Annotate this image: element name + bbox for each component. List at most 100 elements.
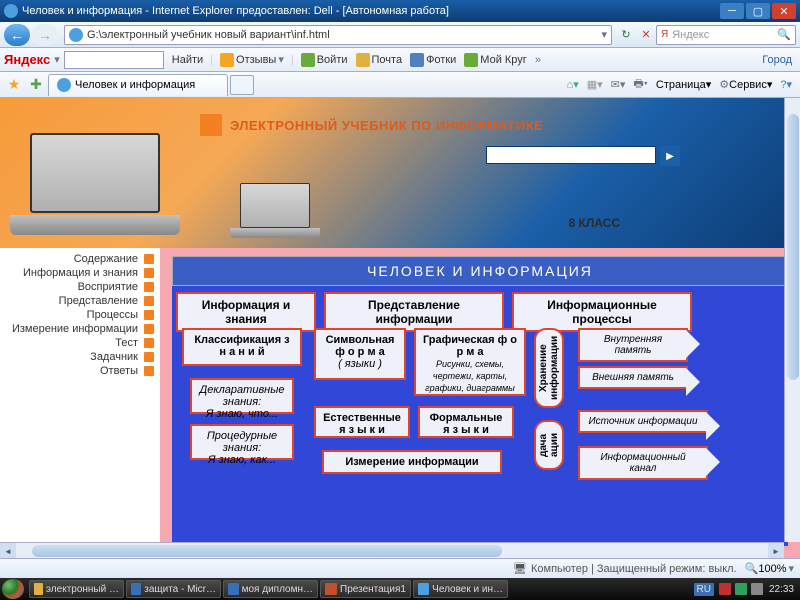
maximize-button[interactable]: ▢	[746, 3, 770, 19]
language-indicator[interactable]: RU	[694, 583, 714, 596]
sidebar-item-processes[interactable]: Процессы	[0, 308, 160, 322]
status-bar: 🖥 Компьютер | Защищенный режим: выкл. 🔍 …	[0, 558, 800, 578]
yandex-circle[interactable]: Мой Круг	[464, 53, 527, 67]
help-icon[interactable]: ?▾	[780, 78, 792, 91]
window-title: Человек и информация - Internet Explorer…	[22, 5, 718, 17]
diagram-box-info-knowledge: Информация и знания	[176, 292, 316, 332]
sidebar-item-contents[interactable]: Содержание	[0, 252, 160, 266]
status-security: 🖥 Компьютер | Защищенный режим: выкл.	[513, 562, 737, 575]
refresh-icon[interactable]: ↻	[618, 27, 634, 43]
zoom-control[interactable]: 🔍 100% ▾	[745, 562, 794, 575]
laptop-image	[10, 133, 180, 243]
banner-title: ЭЛЕКТРОННЫЙ УЧЕБНИК ПО ИНФОРМАТИКЕ	[230, 118, 543, 133]
window-titlebar: Человек и информация - Internet Explorer…	[0, 0, 800, 22]
mail-icon[interactable]: ✉▾	[611, 78, 626, 91]
sidebar-item-measurement[interactable]: Измерение информации	[0, 322, 160, 336]
diagram-box-declarative: Декларативные знания:Я знаю, что...	[190, 378, 294, 414]
diagram-title: ЧЕЛОВЕК И ИНФОРМАЦИЯ	[172, 256, 788, 286]
yandex-login[interactable]: Войти	[301, 53, 348, 67]
zoom-value: 100%	[758, 563, 786, 575]
task-item-5[interactable]: Человек и ин…	[413, 580, 508, 598]
taskbar: электронный … защита - Micr… моя дипломн…	[0, 578, 800, 600]
diagram-body: Информация и знания Представление информ…	[172, 286, 788, 546]
tray-icon-av[interactable]	[719, 583, 731, 595]
ie-icon	[4, 4, 18, 18]
diagram-box-graphic: Графическая ф о р м аРисунки, схемы, чер…	[414, 328, 526, 396]
yandex-find-button[interactable]: Найти	[172, 54, 203, 66]
task-item-3[interactable]: моя дипломн…	[223, 580, 318, 598]
new-tab-button[interactable]	[230, 75, 254, 95]
page-viewport: ЭЛЕКТРОННЫЙ УЧЕБНИК ПО ИНФОРМАТИКЕ ▶ 8 К…	[0, 98, 800, 558]
diagram-box-natural-lang: Естественные я з ы к и	[314, 406, 410, 438]
banner-grade-label: 8 КЛАСС	[569, 216, 620, 230]
clock[interactable]: 22:33	[769, 584, 794, 595]
diagram-arrow-internal-mem: Внутренняя память	[578, 328, 688, 362]
yandex-city[interactable]: Город	[762, 54, 792, 66]
yandex-reviews[interactable]: Отзывы▾	[220, 53, 284, 67]
stop-icon[interactable]: ✕	[638, 27, 654, 43]
banner-logo-icon	[200, 114, 222, 136]
diagram-arrow-channel: Информационный канал	[578, 446, 708, 480]
nav-toolbar: ← → G:\электронный учебник новый вариант…	[0, 22, 800, 48]
sidebar-item-perception[interactable]: Восприятие	[0, 280, 160, 294]
search-placeholder: Яндекс	[668, 29, 777, 41]
diagram-arrow-source: Источник информации	[578, 410, 708, 433]
sidebar-nav: Содержание Информация и знания Восприяти…	[0, 248, 160, 558]
task-item-1[interactable]: электронный …	[29, 580, 124, 598]
dropdown-icon[interactable]: ▾	[601, 28, 607, 41]
yandex-search-icon: Я	[661, 29, 668, 40]
yandex-more[interactable]: »	[535, 54, 541, 66]
diagram-box-symbolic: Символьная ф о р м а( языки )	[314, 328, 406, 380]
address-bar[interactable]: G:\электронный учебник новый вариант\inf…	[64, 25, 612, 45]
sidebar-item-exercises[interactable]: Задачник	[0, 350, 160, 364]
system-tray: RU 22:33	[691, 583, 798, 596]
yandex-mail[interactable]: Почта	[356, 53, 403, 67]
diagram-box-processes: Информационные процессы	[512, 292, 692, 332]
task-item-4[interactable]: Презентация1	[320, 580, 411, 598]
print-icon[interactable]: 🖶▾	[633, 75, 647, 94]
minimize-button[interactable]: ─	[720, 3, 744, 19]
page-icon	[69, 28, 83, 42]
diagram-box-classification: Классификация з н а н и й	[182, 328, 302, 366]
diagram-area: ЧЕЛОВЕК И ИНФОРМАЦИЯ Информация и знания…	[160, 248, 800, 558]
yandex-logo[interactable]: Яндекс	[4, 52, 50, 67]
yandex-photos[interactable]: Фотки	[410, 53, 456, 67]
url-text: G:\электронный учебник новый вариант\inf…	[87, 29, 601, 41]
tab-page-icon	[57, 78, 71, 92]
service-menu[interactable]: ⚙ Сервис ▾	[719, 78, 772, 91]
back-button[interactable]: ←	[4, 24, 30, 46]
banner-search-input[interactable]	[486, 146, 656, 164]
diagram-box-measurement: Измерение информации	[322, 450, 502, 474]
laptop-small-image	[230, 183, 320, 243]
sidebar-item-representation[interactable]: Представление	[0, 294, 160, 308]
search-go-icon[interactable]: 🔍	[777, 28, 791, 41]
page-banner: ЭЛЕКТРОННЫЙ УЧЕБНИК ПО ИНФОРМАТИКЕ ▶ 8 К…	[0, 98, 800, 248]
diagram-box-procedural: Процедурные знания:Я знаю, как...	[190, 424, 294, 460]
horizontal-scrollbar[interactable]: ◄►	[0, 542, 784, 558]
yandex-search-input[interactable]	[64, 51, 164, 69]
diagram-box-formal-lang: Формальные я з ы к и	[418, 406, 514, 438]
home-icon[interactable]: ⌂▾	[567, 78, 579, 91]
task-item-2[interactable]: защита - Micr…	[126, 580, 221, 598]
sidebar-item-answers[interactable]: Ответы	[0, 364, 160, 378]
vertical-scrollbar[interactable]	[784, 98, 800, 542]
sidebar-item-info-knowledge[interactable]: Информация и знания	[0, 266, 160, 280]
tray-icon-2[interactable]	[735, 583, 747, 595]
diagram-box-storage: Хранение информации	[534, 328, 564, 408]
banner-search-go[interactable]: ▶	[660, 146, 680, 166]
search-box[interactable]: Я Яндекс 🔍	[656, 25, 796, 45]
close-button[interactable]: ✕	[772, 3, 796, 19]
tray-volume-icon[interactable]	[751, 583, 763, 595]
yandex-dropdown-icon[interactable]: ▾	[54, 53, 60, 66]
computer-icon: 🖥	[513, 562, 527, 575]
page-menu[interactable]: Страница ▾	[656, 78, 711, 91]
tab-active[interactable]: Человек и информация	[48, 74, 228, 96]
favorites-star-icon[interactable]: ★	[4, 75, 24, 95]
feeds-icon[interactable]: ▦▾	[587, 78, 603, 91]
favorites-add-icon[interactable]: ✚	[26, 75, 46, 95]
sidebar-item-test[interactable]: Тест	[0, 336, 160, 350]
forward-button[interactable]: →	[32, 24, 58, 46]
yandex-toolbar: Яндекс ▾ Найти | Отзывы▾ | Войти Почта Ф…	[0, 48, 800, 72]
tab-bar: ★ ✚ Человек и информация ⌂▾ ▦▾ ✉▾ 🖶▾ Стр…	[0, 72, 800, 98]
start-button[interactable]	[2, 579, 24, 599]
